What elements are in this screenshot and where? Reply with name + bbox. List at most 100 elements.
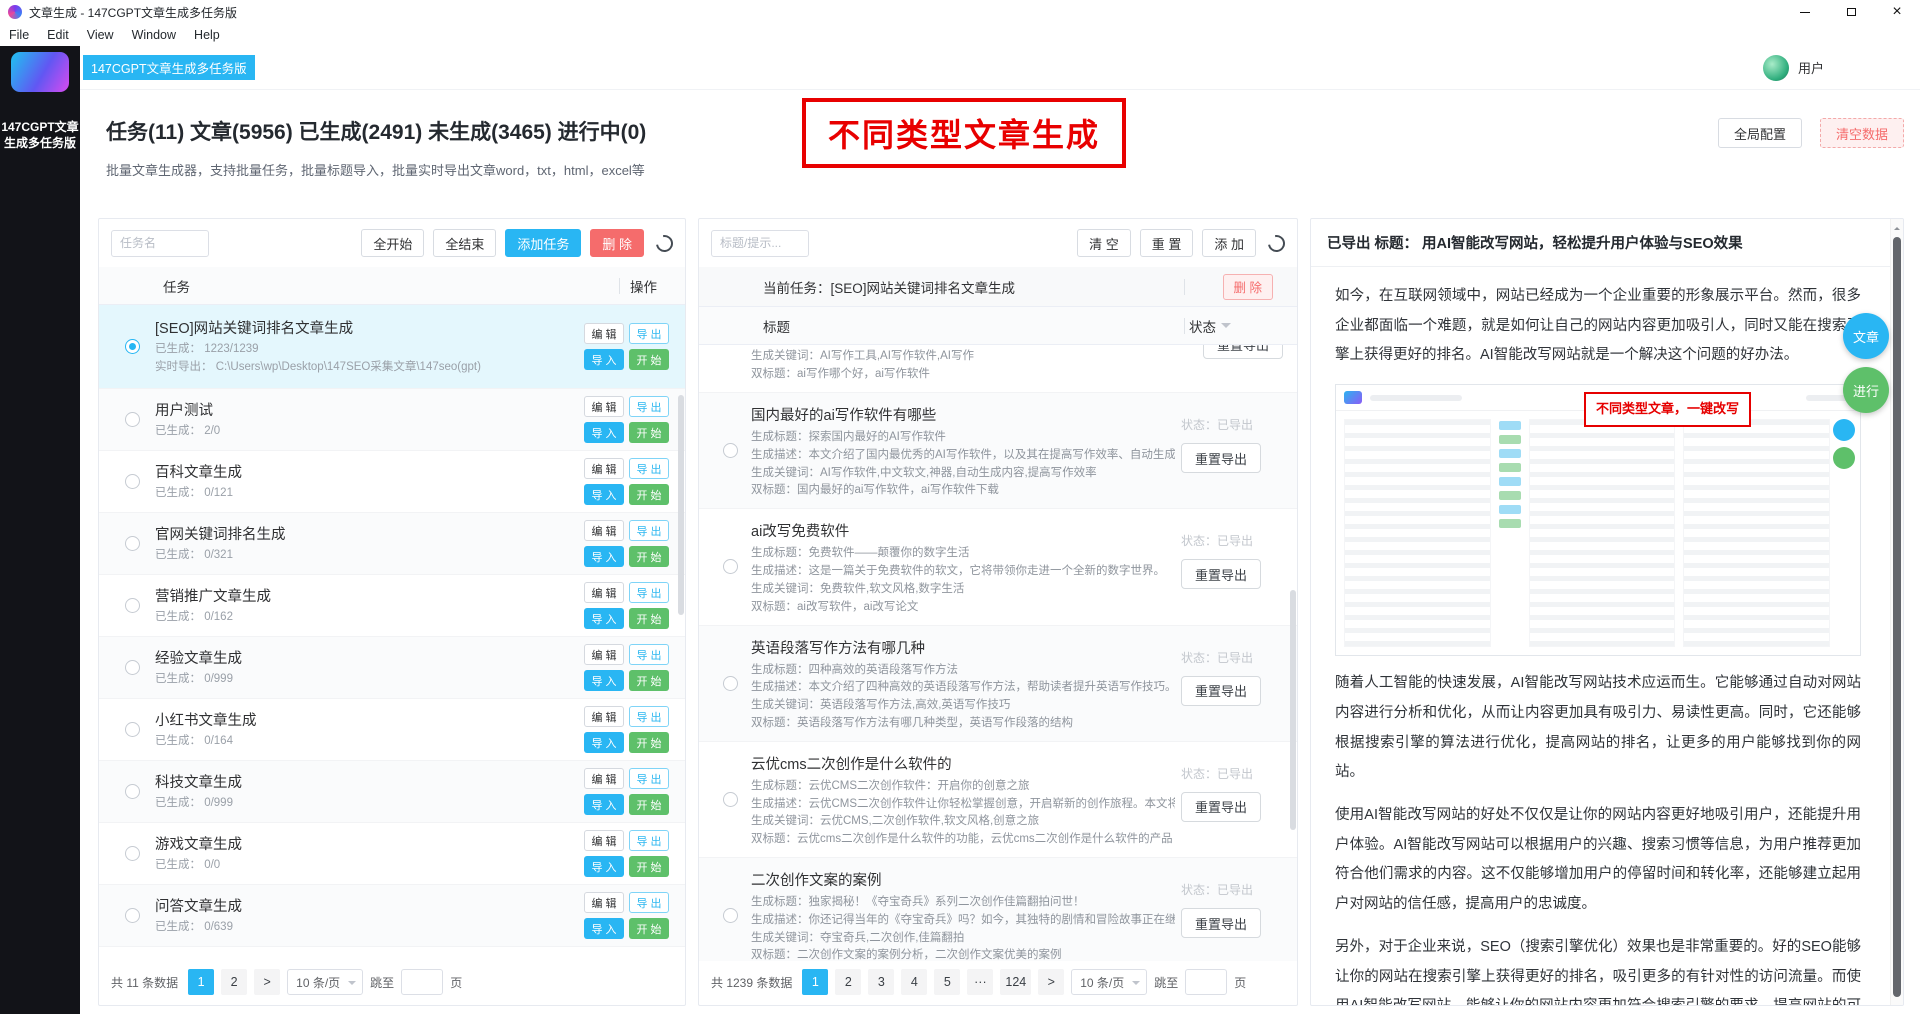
jump-page-input[interactable] <box>1185 969 1228 995</box>
task-radio[interactable] <box>125 846 140 861</box>
title-row[interactable]: 云优cms二次创作是什么软件的 生成标题：云优CMS二次创作软件：开启你的创意之… <box>699 741 1297 858</box>
title-row[interactable]: 二次创作文案的案例 生成标题：独家揭秘！《夺宝奇兵》系列二次创作佳篇翻拍问世！ … <box>699 858 1297 961</box>
task-edit-button[interactable]: 编 辑 <box>584 323 624 344</box>
progress-float-button[interactable]: 进行 <box>1843 367 1889 413</box>
page-button[interactable]: 4 <box>901 969 928 995</box>
task-start-button[interactable]: 开 始 <box>629 918 669 939</box>
task-start-button[interactable]: 开 始 <box>629 732 669 753</box>
task-start-button[interactable]: 开 始 <box>629 670 669 691</box>
task-export-button[interactable]: 导 出 <box>629 323 669 344</box>
task-export-button[interactable]: 导 出 <box>629 396 669 417</box>
menu-item[interactable]: View <box>78 28 123 42</box>
delete-title-button[interactable]: 删 除 <box>1222 273 1273 300</box>
task-edit-button[interactable]: 编 辑 <box>584 706 624 727</box>
task-import-button[interactable]: 导 入 <box>584 422 624 443</box>
tasks-scrollbar[interactable] <box>678 395 684 615</box>
task-import-button[interactable]: 导 入 <box>584 918 624 939</box>
task-edit-button[interactable]: 编 辑 <box>584 892 624 913</box>
page-button[interactable]: 124 <box>1000 969 1032 995</box>
task-radio[interactable] <box>125 660 140 675</box>
task-edit-button[interactable]: 编 辑 <box>584 768 624 789</box>
jump-page-input[interactable] <box>401 969 444 995</box>
page-button[interactable]: 2 <box>835 969 862 995</box>
title-row[interactable]: ai改写免费软件 生成标题：免费软件——颠覆你的数字生活 生成描述：这是一篇关于… <box>699 509 1297 626</box>
task-export-button[interactable]: 导 出 <box>629 892 669 913</box>
minimize-button[interactable] <box>1782 0 1828 24</box>
menu-item[interactable]: Edit <box>38 28 78 42</box>
task-import-button[interactable]: 导 入 <box>584 349 624 370</box>
close-button[interactable] <box>1874 0 1920 24</box>
task-import-button[interactable]: 导 入 <box>584 608 624 629</box>
task-radio[interactable] <box>125 598 140 613</box>
task-edit-button[interactable]: 编 辑 <box>584 582 624 603</box>
task-export-button[interactable]: 导 出 <box>629 706 669 727</box>
menu-item[interactable]: File <box>0 28 38 42</box>
clear-titles-button[interactable]: 清 空 <box>1077 229 1131 257</box>
stop-all-button[interactable]: 全结束 <box>433 229 497 257</box>
sidebar-app-name[interactable]: 147CGPT文章 生成多任务版 <box>1 119 78 151</box>
task-export-button[interactable]: 导 出 <box>629 458 669 479</box>
user-menu[interactable]: 用户 <box>1762 54 1824 81</box>
title-radio[interactable] <box>723 908 738 924</box>
next-page-button[interactable]: > <box>1038 969 1065 995</box>
refresh-icon[interactable] <box>652 231 677 255</box>
title-row[interactable]: 国内最好的ai写作软件有哪些 生成标题：探索国内最好的AI写作软件 生成描述：本… <box>699 393 1297 510</box>
task-import-button[interactable]: 导 入 <box>584 670 624 691</box>
task-edit-button[interactable]: 编 辑 <box>584 520 624 541</box>
active-tab[interactable]: 147CGPT文章生成多任务版 <box>83 55 255 80</box>
page-button[interactable]: 2 <box>221 969 248 995</box>
next-page-button[interactable]: > <box>254 969 281 995</box>
article-float-button[interactable]: 文章 <box>1843 313 1889 359</box>
page-button[interactable]: ··· <box>967 969 994 995</box>
per-page-select[interactable]: 10 条/页 <box>287 969 364 995</box>
task-start-button[interactable]: 开 始 <box>629 608 669 629</box>
page-button[interactable]: 5 <box>934 969 961 995</box>
start-all-button[interactable]: 全开始 <box>361 229 425 257</box>
task-radio[interactable] <box>125 722 140 737</box>
task-start-button[interactable]: 开 始 <box>629 484 669 505</box>
task-start-button[interactable]: 开 始 <box>629 856 669 877</box>
task-start-button[interactable]: 开 始 <box>629 546 669 567</box>
task-row[interactable]: 科技文章生成 已生成： 0/999 编 辑 导 出 导 入 开 始 <box>99 761 685 823</box>
reset-titles-button[interactable]: 重 置 <box>1139 229 1194 257</box>
reset-export-button[interactable]: 重置导出 <box>1181 675 1261 706</box>
reset-export-button[interactable]: 重置导出 <box>1181 908 1261 938</box>
task-start-button[interactable]: 开 始 <box>629 349 669 370</box>
task-edit-button[interactable]: 编 辑 <box>584 396 624 417</box>
task-row[interactable]: 百科文章生成 已生成： 0/121 编 辑 导 出 导 入 开 始 <box>99 451 685 513</box>
task-radio[interactable] <box>125 784 140 799</box>
maximize-button[interactable] <box>1828 0 1874 24</box>
delete-task-button[interactable]: 删 除 <box>590 229 644 257</box>
clear-data-button[interactable]: 清空数据 <box>1819 118 1904 148</box>
reset-export-button[interactable]: 重置导出 <box>1181 443 1261 473</box>
title-radio[interactable] <box>723 559 738 575</box>
page-button[interactable]: 3 <box>868 969 895 995</box>
menu-item[interactable]: Window <box>123 28 185 42</box>
task-export-button[interactable]: 导 出 <box>629 582 669 603</box>
task-start-button[interactable]: 开 始 <box>629 422 669 443</box>
add-task-button[interactable]: 添加任务 <box>505 229 582 257</box>
reset-export-button[interactable]: 重置导出 <box>1181 559 1261 590</box>
add-title-button[interactable]: 添 加 <box>1202 229 1256 257</box>
task-row[interactable]: [SEO]网站关键词排名文章生成 已生成： 1223/1239 实时导出： C:… <box>99 305 685 389</box>
task-row[interactable]: 营销推广文章生成 已生成： 0/162 编 辑 导 出 导 入 开 始 <box>99 575 685 637</box>
menu-item[interactable]: Help <box>185 28 229 42</box>
preview-scrollbar[interactable] <box>1890 219 1903 1005</box>
scroll-up-icon[interactable] <box>1894 224 1900 230</box>
page-button[interactable]: 1 <box>802 969 829 995</box>
task-export-button[interactable]: 导 出 <box>629 520 669 541</box>
task-import-button[interactable]: 导 入 <box>584 732 624 753</box>
page-button[interactable]: 1 <box>188 969 215 995</box>
task-import-button[interactable]: 导 入 <box>584 484 624 505</box>
task-export-button[interactable]: 导 出 <box>629 768 669 789</box>
titles-scrollbar[interactable] <box>1290 590 1296 830</box>
task-import-button[interactable]: 导 入 <box>584 546 624 567</box>
per-page-select[interactable]: 10 条/页 <box>1071 969 1148 995</box>
task-edit-button[interactable]: 编 辑 <box>584 458 624 479</box>
reset-export-button[interactable]: 重置导出 <box>1203 345 1283 359</box>
task-radio[interactable] <box>125 339 140 354</box>
task-radio[interactable] <box>125 536 140 551</box>
task-edit-button[interactable]: 编 辑 <box>584 644 624 665</box>
task-radio[interactable] <box>125 412 140 427</box>
task-search-input[interactable] <box>111 229 209 257</box>
